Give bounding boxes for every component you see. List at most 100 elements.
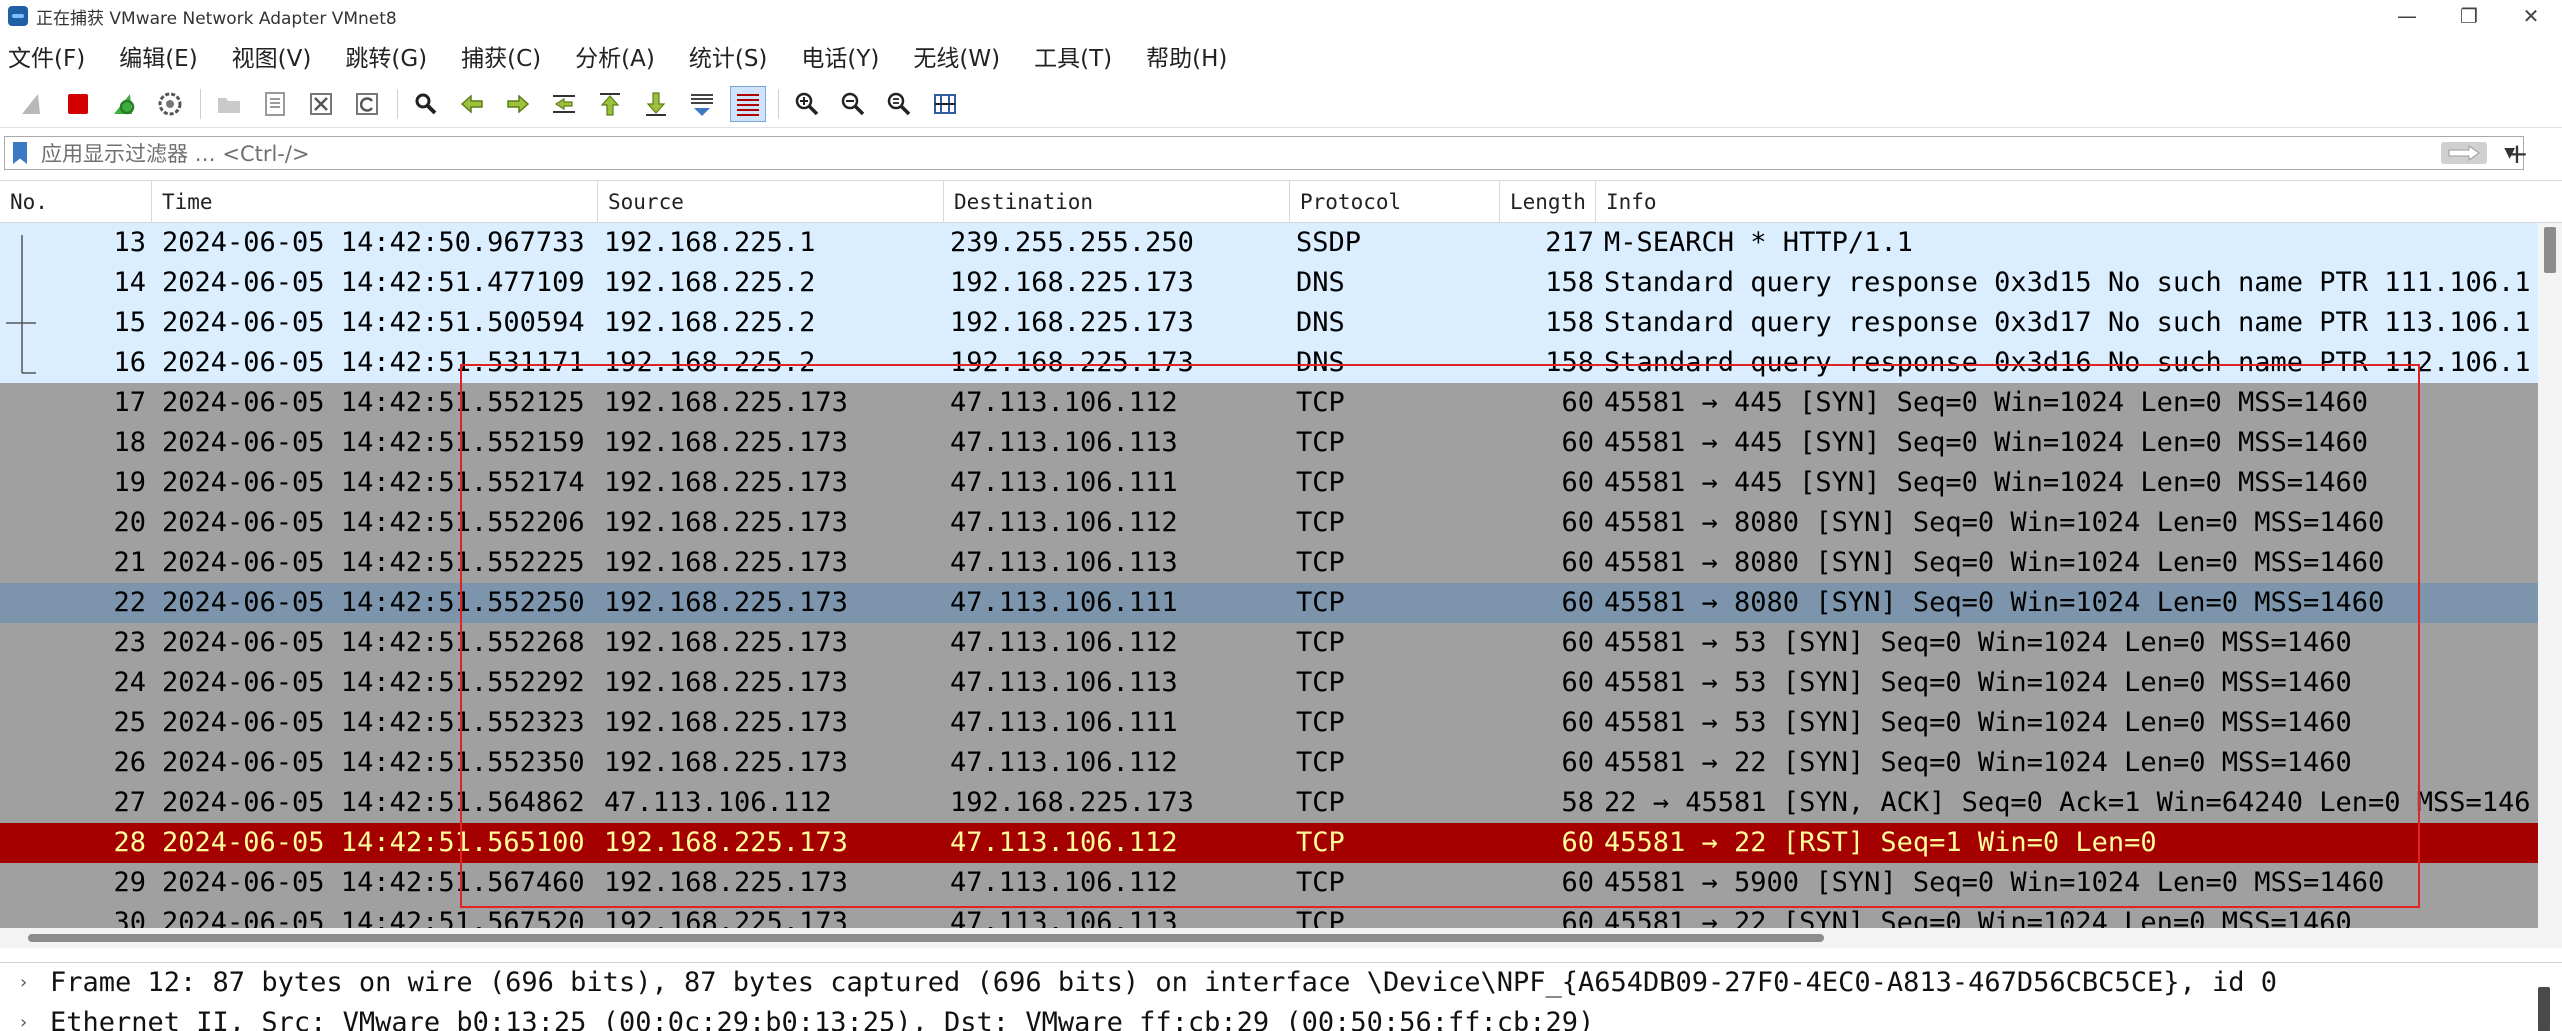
save-icon[interactable] <box>257 86 293 122</box>
packet-no: 15 <box>113 307 146 338</box>
menu-go[interactable]: 跳转(G) <box>345 39 427 73</box>
menu-analyze[interactable]: 分析(A) <box>575 39 655 73</box>
packet-destination: 47.113.106.112 <box>950 747 1178 778</box>
packet-length: 60 <box>1561 427 1594 458</box>
packet-source: 192.168.225.2 <box>604 267 816 298</box>
menu-tools[interactable]: 工具(T) <box>1034 39 1112 73</box>
packet-row[interactable]: 29 2024-06-05 14:42:51.567460 192.168.225.… <box>0 863 2538 903</box>
packet-row[interactable]: 30 2024-06-05 14:42:51.567520 192.168.225.… <box>0 903 2538 928</box>
packet-source: 192.168.225.173 <box>604 867 848 898</box>
display-filter-bar[interactable]: 应用显示过滤器 … <Ctrl-/> ▼ <box>4 136 2524 170</box>
packet-length: 60 <box>1561 627 1594 658</box>
packet-row[interactable]: 18 2024-06-05 14:42:51.552159 192.168.225.… <box>0 423 2538 463</box>
go-back-icon[interactable] <box>454 86 490 122</box>
packet-row[interactable]: 14 2024-06-05 14:42:51.477109 192.168.225.… <box>0 263 2538 303</box>
packet-protocol: TCP <box>1296 467 1345 498</box>
stop-icon[interactable] <box>60 86 96 122</box>
resize-columns-icon[interactable] <box>927 86 963 122</box>
scroll-thumb[interactable] <box>28 934 1824 942</box>
close-file-icon[interactable] <box>303 86 339 122</box>
expand-arrow-icon[interactable]: › <box>18 1003 29 1031</box>
arrow-right-icon <box>2448 145 2480 161</box>
packet-row[interactable]: 21 2024-06-05 14:42:51.552225 192.168.225.… <box>0 543 2538 583</box>
menu-help[interactable]: 帮助(H) <box>1146 39 1227 73</box>
last-packet-icon[interactable] <box>638 86 674 122</box>
packet-row[interactable]: 17 2024-06-05 14:42:51.552125 192.168.225.… <box>0 383 2538 423</box>
open-folder-icon[interactable] <box>211 86 247 122</box>
packet-source: 192.168.225.173 <box>604 667 848 698</box>
zoom-out-icon[interactable] <box>835 86 871 122</box>
reload-icon[interactable] <box>349 86 385 122</box>
autoscroll-icon[interactable] <box>684 86 720 122</box>
packet-time: 2024-06-05 14:42:51.565100 <box>162 827 585 858</box>
expand-arrow-icon[interactable]: › <box>18 963 29 1003</box>
go-forward-icon[interactable] <box>500 86 536 122</box>
packet-row[interactable]: 24 2024-06-05 14:42:51.552292 192.168.225.… <box>0 663 2538 703</box>
restart-icon[interactable] <box>106 86 142 122</box>
column-length[interactable]: Length <box>1500 181 1596 223</box>
minimize-button[interactable]: — <box>2376 0 2438 32</box>
menu-telephony[interactable]: 电话(Y) <box>801 39 879 73</box>
packet-source: 192.168.225.173 <box>604 387 848 418</box>
packet-info: 45581 → 53 [SYN] Seq=0 Win=1024 Len=0 MS… <box>1604 667 2352 698</box>
packet-protocol: TCP <box>1296 707 1345 738</box>
packet-row[interactable]: 27 2024-06-05 14:42:51.564862 47.113.106.1… <box>0 783 2538 823</box>
packet-destination: 47.113.106.113 <box>950 907 1178 928</box>
display-filter-input[interactable]: 应用显示过滤器 … <Ctrl-/> <box>41 138 310 168</box>
maximize-button[interactable]: ❐ <box>2438 0 2500 32</box>
scroll-thumb[interactable] <box>2544 227 2556 273</box>
packet-row[interactable]: 25 2024-06-05 14:42:51.552323 192.168.225.… <box>0 703 2538 743</box>
packet-protocol: DNS <box>1296 307 1345 338</box>
menu-wireless[interactable]: 无线(W) <box>913 39 1000 73</box>
packet-no: 28 <box>113 827 146 858</box>
packet-row[interactable]: 15 2024-06-05 14:42:51.500594 192.168.225.… <box>0 303 2538 343</box>
menu-capture[interactable]: 捕获(C) <box>461 39 541 73</box>
options-gear-icon[interactable] <box>152 86 188 122</box>
packet-no: 18 <box>113 427 146 458</box>
column-time[interactable]: Time <box>152 181 598 223</box>
packet-info: Standard query response 0x3d15 No such n… <box>1604 267 2531 298</box>
find-icon[interactable] <box>408 86 444 122</box>
column-destination[interactable]: Destination <box>944 181 1290 223</box>
column-source[interactable]: Source <box>598 181 944 223</box>
packet-row[interactable]: 16 2024-06-05 14:42:51.531171 192.168.225.… <box>0 343 2538 383</box>
packet-source: 192.168.225.173 <box>604 707 848 738</box>
menu-edit[interactable]: 编辑(E) <box>119 39 197 73</box>
packet-row[interactable]: 26 2024-06-05 14:42:51.552350 192.168.225.… <box>0 743 2538 783</box>
detail-tree-row[interactable]: › Frame 12: 87 bytes on wire (696 bits), … <box>0 963 2562 1003</box>
bookmark-icon[interactable] <box>13 142 27 164</box>
packet-row[interactable]: 28 2024-06-05 14:42:51.565100 192.168.225.… <box>0 823 2538 863</box>
packet-list-hscroll[interactable] <box>0 928 2562 948</box>
zoom-in-icon[interactable] <box>789 86 825 122</box>
packet-no: 20 <box>113 507 146 538</box>
zoom-normal-icon[interactable] <box>881 86 917 122</box>
packet-protocol: TCP <box>1296 827 1345 858</box>
column-protocol[interactable]: Protocol <box>1290 181 1500 223</box>
packet-row[interactable]: 22 2024-06-05 14:42:51.552250 192.168.225.… <box>0 583 2538 623</box>
packet-row[interactable]: 19 2024-06-05 14:42:51.552174 192.168.225.… <box>0 463 2538 503</box>
shark-fin-icon[interactable] <box>14 86 50 122</box>
menu-file[interactable]: 文件(F) <box>8 39 85 73</box>
close-button[interactable]: ✕ <box>2500 0 2562 32</box>
column-no[interactable]: No. <box>0 181 152 223</box>
packet-time: 2024-06-05 14:42:51.552350 <box>162 747 585 778</box>
packet-info: 45581 → 22 [RST] Seq=1 Win=0 Len=0 <box>1604 827 2157 858</box>
column-info[interactable]: Info <box>1596 181 2562 223</box>
packet-no: 25 <box>113 707 146 738</box>
menu-statistics[interactable]: 统计(S) <box>689 39 768 73</box>
packet-source: 192.168.225.173 <box>604 427 848 458</box>
packet-row[interactable]: 20 2024-06-05 14:42:51.552206 192.168.225.… <box>0 503 2538 543</box>
packet-list-vscroll[interactable] <box>2538 223 2562 928</box>
apply-filter-button[interactable] <box>2441 142 2487 164</box>
packet-length: 60 <box>1561 907 1594 928</box>
colorize-icon[interactable] <box>730 85 766 122</box>
first-packet-icon[interactable] <box>592 86 628 122</box>
add-filter-button[interactable]: + <box>2502 136 2532 170</box>
toolbar-separator <box>397 88 398 119</box>
packet-row[interactable]: 23 2024-06-05 14:42:51.552268 192.168.225.… <box>0 623 2538 663</box>
packet-time: 2024-06-05 14:42:50.967733 <box>162 227 585 258</box>
menu-view[interactable]: 视图(V) <box>232 39 312 73</box>
packet-row[interactable]: 13 2024-06-05 14:42:50.967733 192.168.225.… <box>0 223 2538 263</box>
go-to-packet-icon[interactable] <box>546 86 582 122</box>
detail-tree-row[interactable]: › Ethernet II, Src: VMware_b0:13:25 (00:0… <box>0 1003 2562 1031</box>
